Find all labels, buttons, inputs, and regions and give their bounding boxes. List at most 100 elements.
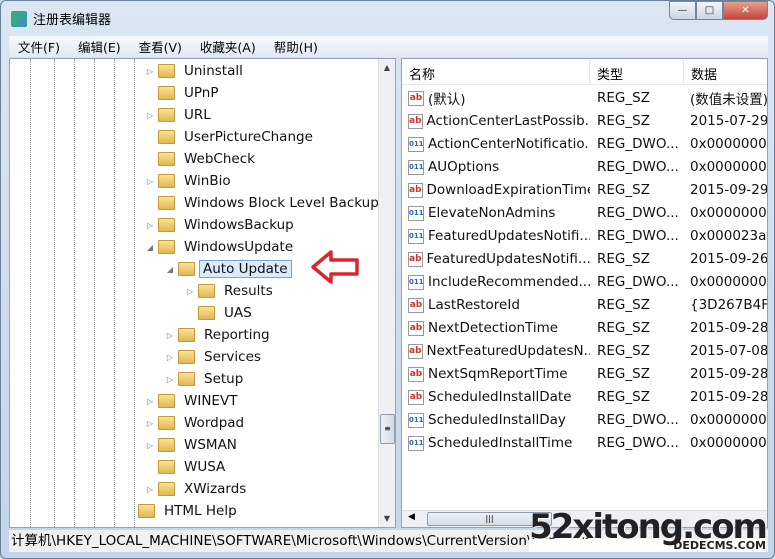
tree-node-label: Windows Block Level Backup xyxy=(184,195,379,211)
tree-node[interactable]: WUSA xyxy=(144,457,230,477)
value-row[interactable]: ab NextSqmReportTime REG_SZ 2015-09-28 xyxy=(402,363,767,385)
tree-node-label: Wordpad xyxy=(184,415,245,431)
tree-node[interactable]: ▷ WindowsBackup xyxy=(144,215,299,235)
value-data: (数值未设置) xyxy=(690,92,768,108)
folder-icon xyxy=(158,64,175,78)
folder-icon xyxy=(158,196,175,210)
tree-node[interactable]: ▷ WINEVT xyxy=(144,391,242,411)
tree-node[interactable]: ◢ WindowsUpdate xyxy=(144,237,298,257)
expand-arrow-icon[interactable]: ◢ xyxy=(144,243,156,252)
tree-node[interactable]: ▷ Setup xyxy=(164,369,248,389)
value-row[interactable]: ab ScheduledInstallDate REG_SZ 2015-09-28 xyxy=(402,386,767,408)
expand-arrow-icon[interactable]: ▷ xyxy=(144,111,156,120)
value-row[interactable]: ab FeaturedUpdatesNotifi... REG_SZ 2015-09-… xyxy=(402,248,767,270)
tree-node[interactable]: ▷ Uninstall xyxy=(144,61,248,81)
value-row[interactable]: 011 FeaturedUpdatesNotifi... REG_DWO... 0x0… xyxy=(402,225,768,247)
value-name: ScheduledInstallDate xyxy=(428,389,572,405)
tree-node-label: Uninstall xyxy=(184,63,243,79)
menu-favorites[interactable]: 收藏夹(A) xyxy=(191,37,265,56)
value-data: 2015-07-29 xyxy=(690,113,768,129)
value-type: REG_SZ xyxy=(597,90,650,106)
tree-node[interactable]: ▷ XWizards xyxy=(144,479,251,499)
expand-arrow-icon[interactable]: ▷ xyxy=(144,419,156,428)
menu-help[interactable]: 帮助(H) xyxy=(265,37,327,56)
value-name: ActionCenterNotificatio... xyxy=(428,136,590,152)
tree-node-label: UPnP xyxy=(184,85,219,101)
value-name: AUOptions xyxy=(428,159,500,175)
scroll-down-icon[interactable]: ▼ xyxy=(379,510,395,527)
tree-node[interactable]: WebCheck xyxy=(144,149,260,169)
value-row[interactable]: ab LastRestoreId REG_SZ {3D267B4F- xyxy=(402,294,767,316)
expand-arrow-icon[interactable]: ▷ xyxy=(144,221,156,230)
tree-node[interactable]: ▷ Wordpad xyxy=(144,413,249,433)
folder-icon xyxy=(158,152,175,166)
expand-arrow-icon[interactable]: ▷ xyxy=(144,177,156,186)
folder-icon xyxy=(138,504,155,518)
value-row[interactable]: 011 ActionCenterNotificatio... REG_DWO... 0… xyxy=(402,133,768,155)
value-data: 0x000023af xyxy=(690,228,768,244)
value-row[interactable]: 011 IncludeRecommended... REG_DWO... 0x0000… xyxy=(402,271,767,293)
value-name: NextDetectionTime xyxy=(428,320,559,336)
menu-edit[interactable]: 编辑(E) xyxy=(69,37,130,56)
minimize-button[interactable]: — xyxy=(669,1,696,20)
folder-icon xyxy=(158,174,175,188)
value-row[interactable]: ab (默认) REG_SZ (数值未设置) xyxy=(402,87,768,109)
menu-view[interactable]: 查看(V) xyxy=(130,37,191,56)
tree-node[interactable]: ▷ Reporting xyxy=(164,325,275,345)
string-value-icon: ab xyxy=(408,113,423,129)
string-value-icon: ab xyxy=(408,366,424,382)
tree-node[interactable]: ◢ Auto Update xyxy=(164,259,292,279)
scroll-left-icon[interactable]: ◀ xyxy=(408,512,415,522)
close-button[interactable]: ✕ xyxy=(723,1,768,20)
expand-arrow-icon[interactable]: ▷ xyxy=(144,485,156,494)
binary-value-icon: 011 xyxy=(408,228,424,244)
expand-arrow-icon[interactable]: ▷ xyxy=(144,441,156,450)
tree-node[interactable]: ▷ URL xyxy=(144,105,216,125)
value-row[interactable]: 011 ElevateNonAdmins REG_DWO... 0x00000001 xyxy=(402,202,767,224)
value-row[interactable]: 011 AUOptions REG_DWO... 0x00000004 xyxy=(402,156,767,178)
expand-arrow-icon[interactable]: ▷ xyxy=(164,353,176,362)
tree-node[interactable]: UAS xyxy=(184,303,257,323)
tree-node[interactable]: UserPictureChange xyxy=(144,127,318,147)
values-pane: 名称 类型 数据 ◀ ||| ab (默认) REG_SZ (数值未设置) ab Acti… xyxy=(401,58,768,528)
tree-node[interactable]: ▷ WSMAN xyxy=(144,435,242,455)
menu-file[interactable]: 文件(F) xyxy=(9,37,69,56)
tree-node[interactable]: ▷ WinBio xyxy=(144,171,236,191)
tree-vertical-scrollbar[interactable]: ▲ ≡ ▼ xyxy=(378,59,395,527)
value-type: REG_SZ xyxy=(597,343,650,359)
value-row[interactable]: ab NextDetectionTime REG_SZ 2015-09-28 xyxy=(402,317,767,339)
tree-node[interactable]: HTML Help xyxy=(124,501,242,521)
tree-node[interactable]: Windows Block Level Backup xyxy=(144,193,384,213)
maximize-button[interactable]: □ xyxy=(696,1,723,20)
folder-icon xyxy=(158,108,175,122)
folder-icon xyxy=(158,394,175,408)
tree-node-label: UAS xyxy=(224,305,252,321)
column-name[interactable]: 名称 xyxy=(402,59,590,84)
expand-arrow-icon[interactable]: ▷ xyxy=(144,397,156,406)
folder-icon xyxy=(158,218,175,232)
value-row[interactable]: ab ActionCenterLastPossib... REG_SZ 2015-07… xyxy=(402,110,768,132)
expand-arrow-icon[interactable]: ▷ xyxy=(184,287,196,296)
value-row[interactable]: 011 ScheduledInstallTime REG_DWO... 0x00000… xyxy=(402,432,767,454)
column-type[interactable]: 类型 xyxy=(590,59,684,84)
folder-icon xyxy=(178,350,195,364)
value-name: FeaturedUpdatesNotifi... xyxy=(426,251,590,267)
value-name: ScheduledInstallTime xyxy=(428,435,573,451)
tree-node[interactable]: ▷ Services xyxy=(164,347,266,367)
tree-node[interactable]: ▷ Results xyxy=(184,281,278,301)
expand-arrow-icon[interactable]: ◢ xyxy=(164,265,176,274)
expand-arrow-icon[interactable]: ▷ xyxy=(144,67,156,76)
scrollbar-thumb[interactable]: ≡ xyxy=(380,414,395,444)
value-row[interactable]: ab NextFeaturedUpdatesN... REG_SZ 2015-07-0… xyxy=(402,340,767,362)
expand-arrow-icon[interactable]: ▷ xyxy=(164,375,176,384)
value-row[interactable]: ab DownloadExpirationTime REG_SZ 2015-09-29 xyxy=(402,179,767,201)
scroll-up-icon[interactable]: ▲ xyxy=(379,59,395,76)
value-row[interactable]: 011 ScheduledInstallDay REG_DWO... 0x000000… xyxy=(402,409,767,431)
value-data: 0x00000004 xyxy=(690,136,768,152)
value-type: REG_SZ xyxy=(597,113,650,129)
tree-node[interactable]: UPnP xyxy=(144,83,223,103)
tree-node-label: Services xyxy=(204,349,261,365)
column-data[interactable]: 数据 xyxy=(684,59,767,84)
expand-arrow-icon[interactable]: ▷ xyxy=(164,331,176,340)
value-type: REG_SZ xyxy=(597,297,650,313)
